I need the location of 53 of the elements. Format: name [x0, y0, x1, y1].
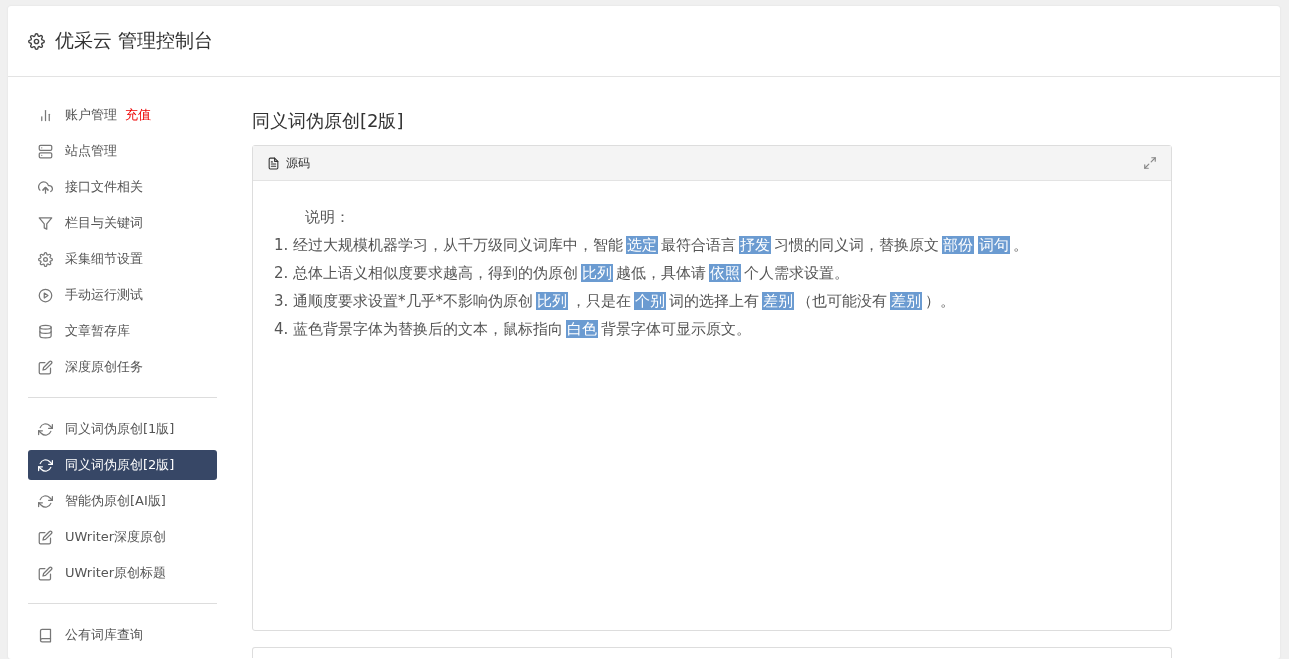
- sidebar-item[interactable]: 采集细节设置: [28, 244, 217, 274]
- cloud-upload-icon: [38, 179, 53, 195]
- notes-heading: 说明：: [305, 208, 350, 226]
- item-label: 文章暂存库: [65, 322, 130, 340]
- item-label: 账户管理 充值: [65, 106, 152, 124]
- item-label: 深度原创任务: [65, 358, 143, 376]
- item-label: UWriter深度原创: [65, 528, 167, 546]
- edit-icon: [38, 565, 53, 581]
- note-line: 3. 通顺度要求设置*几乎*不影响伪原创 比列 ，只是在 个别 词的选择上有 差别 （也可能没有 差别 ）。: [273, 292, 957, 310]
- page-title: 同义词伪原创[2版]: [252, 109, 405, 133]
- note-line: 2. 总体上语义相似度要求越高，得到的伪原创 比列 越低，具体请 依照 个人需求设置。: [273, 264, 851, 282]
- sidebar-item[interactable]: 站点管理: [28, 136, 217, 166]
- source-icon: [267, 156, 280, 170]
- item-label: 同义词伪原创[1版]: [65, 420, 175, 438]
- sidebar-item[interactable]: 同义词伪原创[2版]: [28, 450, 217, 480]
- sidebar-item[interactable]: 账户管理 充值: [28, 100, 217, 130]
- item-label: 智能伪原创[AI版]: [65, 492, 166, 510]
- console-title: 优采云 管理控制台: [55, 28, 214, 53]
- item-label: 采集细节设置: [65, 250, 143, 268]
- gear-icon: [38, 251, 53, 267]
- refresh-icon: [38, 493, 53, 509]
- item-label: UWriter原创标题: [65, 564, 167, 582]
- edit-icon: [38, 529, 53, 545]
- book-icon: [38, 627, 53, 643]
- sidebar-item[interactable]: 文章暂存库: [28, 316, 217, 346]
- sidebar-item[interactable]: UWriter深度原创: [28, 522, 217, 552]
- filter-icon: [38, 215, 53, 231]
- source-button[interactable]: 源码: [286, 154, 310, 172]
- note-line: 1. 经过大规模机器学习，从千万级同义词库中，智能 选定 最符合语言 抒发 习惯的同义词，替换原文 部份 词句 。: [273, 236, 1030, 254]
- sidebar-item[interactable]: 栏目与关键词: [28, 208, 217, 238]
- sidebar-item[interactable]: 手动运行测试: [28, 280, 217, 310]
- refresh-icon: [38, 457, 53, 473]
- server-icon: [38, 143, 53, 159]
- item-label: 接口文件相关: [65, 178, 143, 196]
- chart-icon: [38, 107, 53, 123]
- note-line: 4. 蓝色背景字体为替换后的文本，鼠标指向 白色 背景字体可显示原文。: [273, 320, 753, 338]
- play-icon: [38, 287, 53, 303]
- sidebar-item[interactable]: 深度原创任务: [28, 352, 217, 382]
- item-label: 公有词库查询: [65, 626, 143, 644]
- edit-icon: [38, 359, 53, 375]
- item-label: 栏目与关键词: [65, 214, 143, 232]
- refresh-icon: [38, 421, 53, 437]
- settings-icon: [28, 32, 45, 50]
- sidebar-item[interactable]: 同义词伪原创[1版]: [28, 414, 217, 444]
- database-icon: [38, 323, 53, 339]
- item-label: 站点管理: [65, 142, 117, 160]
- sidebar-item[interactable]: 公有词库查询: [28, 620, 217, 650]
- sidebar-item[interactable]: 接口文件相关: [28, 172, 217, 202]
- item-label: 手动运行测试: [65, 286, 143, 304]
- fullscreen-icon[interactable]: [1143, 156, 1157, 170]
- item-label: 同义词伪原创[2版]: [65, 456, 175, 474]
- sidebar-item[interactable]: 智能伪原创[AI版]: [28, 486, 217, 516]
- sidebar-item[interactable]: UWriter原创标题: [28, 558, 217, 588]
